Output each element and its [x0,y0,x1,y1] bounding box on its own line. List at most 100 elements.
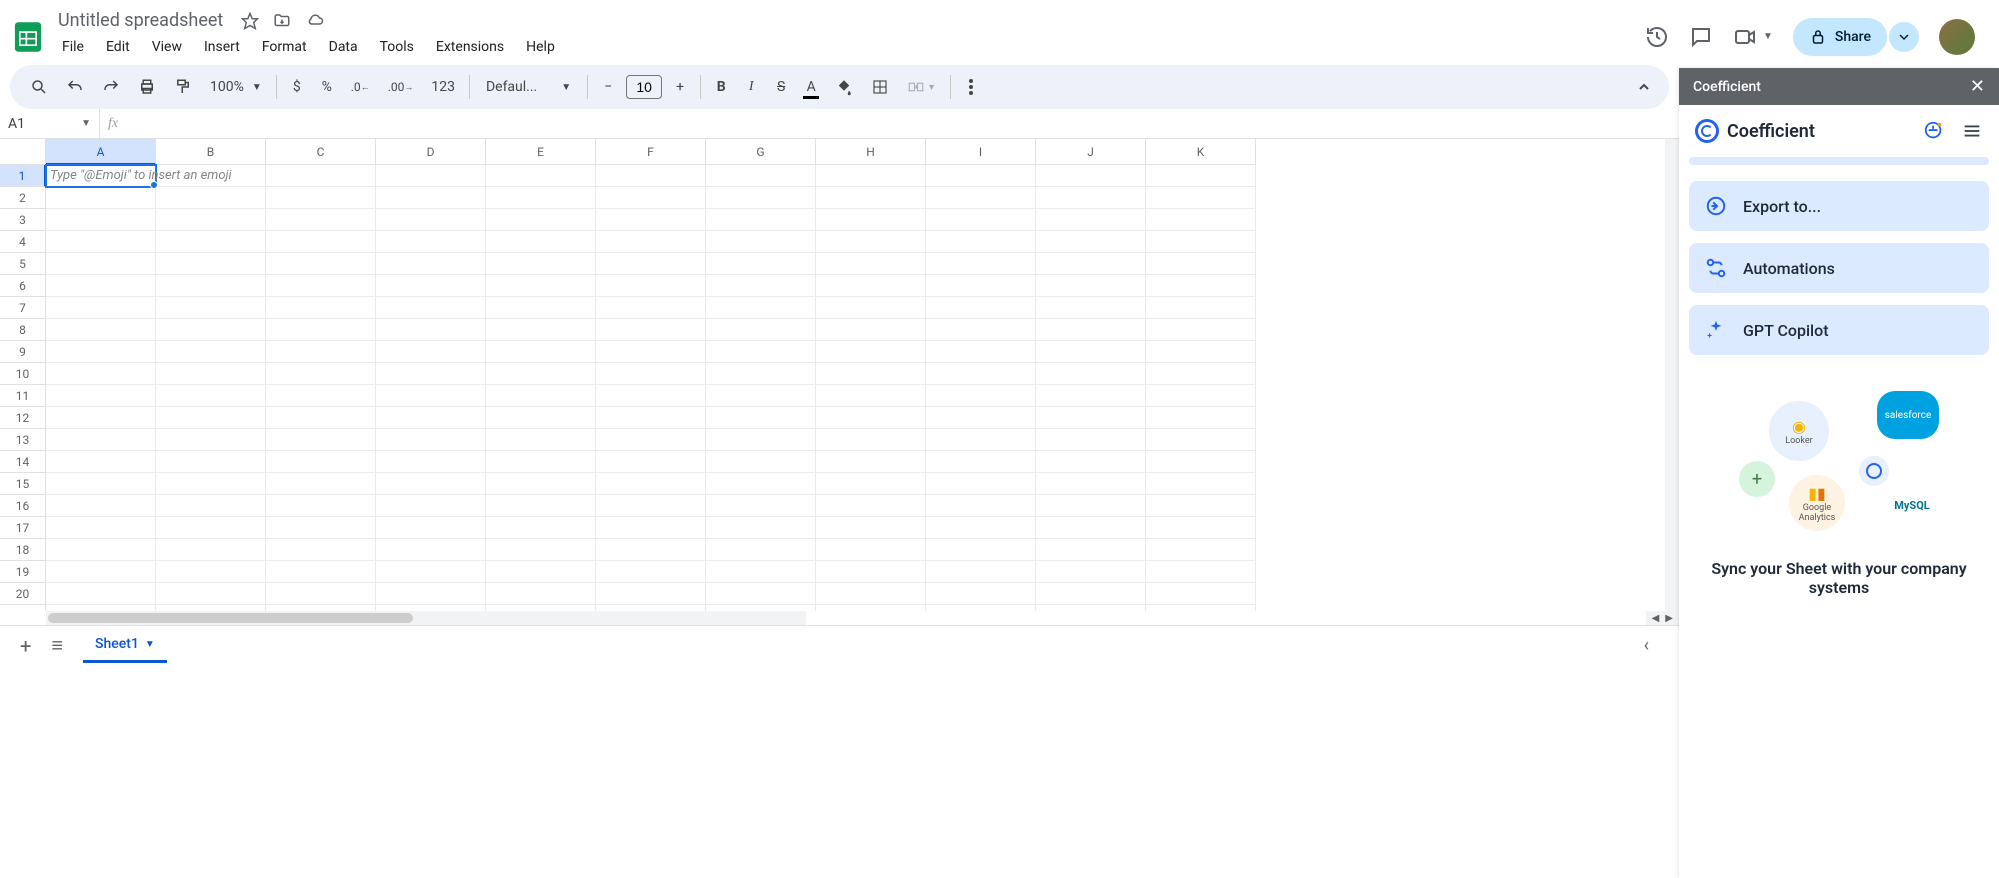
column-header[interactable]: A [46,139,156,165]
share-dropdown[interactable] [1889,22,1919,52]
cell[interactable] [266,209,376,231]
copilot-card[interactable]: GPT Copilot [1689,305,1989,355]
document-title[interactable]: Untitled spreadsheet [52,8,229,33]
redo-icon[interactable] [94,72,128,102]
cell[interactable] [706,363,816,385]
cell[interactable] [1146,363,1256,385]
export-card[interactable]: Export to... [1689,181,1989,231]
merge-button[interactable]: ▼ [899,72,944,102]
cell[interactable] [816,495,926,517]
cell[interactable] [376,231,486,253]
cell[interactable] [486,319,596,341]
column-header[interactable]: G [706,139,816,165]
cell[interactable] [1146,253,1256,275]
font-size-input[interactable] [626,75,662,99]
cell[interactable] [156,253,266,275]
cell[interactable] [266,561,376,583]
cell[interactable] [156,451,266,473]
cell[interactable] [706,429,816,451]
cell[interactable] [1146,165,1256,187]
cell[interactable] [46,231,156,253]
cell[interactable] [46,539,156,561]
cell[interactable] [926,297,1036,319]
cell[interactable] [266,341,376,363]
cell[interactable] [926,165,1036,187]
row-header[interactable]: 7 [0,297,46,319]
cell[interactable] [266,297,376,319]
cell[interactable] [46,297,156,319]
cell[interactable] [706,451,816,473]
percent-button[interactable]: % [313,73,341,101]
cell[interactable] [486,165,596,187]
cell[interactable] [46,407,156,429]
cell[interactable] [376,341,486,363]
cell[interactable] [46,451,156,473]
cell[interactable] [926,385,1036,407]
cell[interactable] [156,363,266,385]
name-box[interactable]: A1 ▼ [0,109,100,138]
row-header[interactable]: 17 [0,517,46,539]
cell[interactable] [46,341,156,363]
undo-icon[interactable] [58,72,92,102]
cell[interactable] [266,253,376,275]
cell[interactable] [596,363,706,385]
cell[interactable] [1146,341,1256,363]
cell[interactable] [706,385,816,407]
vertical-scrollbar[interactable] [1665,139,1679,611]
cell[interactable] [816,451,926,473]
cell[interactable] [926,517,1036,539]
cell[interactable] [156,517,266,539]
cell[interactable] [1036,429,1146,451]
cell[interactable] [926,275,1036,297]
cell[interactable] [706,275,816,297]
cell[interactable] [816,363,926,385]
cell[interactable] [1036,561,1146,583]
column-header[interactable]: F [596,139,706,165]
cell[interactable] [926,429,1036,451]
cell[interactable] [46,253,156,275]
column-header[interactable]: I [926,139,1036,165]
cell[interactable] [376,253,486,275]
cell[interactable] [376,539,486,561]
cell[interactable] [926,231,1036,253]
row-header[interactable]: 13 [0,429,46,451]
cell[interactable] [156,407,266,429]
cell[interactable] [816,165,926,187]
row-header[interactable]: 21 [0,605,46,611]
cell[interactable] [486,429,596,451]
row-header[interactable]: 12 [0,407,46,429]
cell[interactable] [706,517,816,539]
cell[interactable] [596,539,706,561]
cell[interactable] [926,495,1036,517]
cell[interactable] [46,319,156,341]
cell[interactable] [266,165,376,187]
cell[interactable] [1146,275,1256,297]
menu-format[interactable]: Format [252,35,317,59]
column-header[interactable]: J [1036,139,1146,165]
meet-icon[interactable]: ▼ [1733,25,1773,49]
cell[interactable] [816,319,926,341]
cell[interactable] [376,187,486,209]
cell[interactable] [596,341,706,363]
cell[interactable] [156,319,266,341]
collapse-toolbar-icon[interactable] [1631,74,1657,100]
row-header[interactable]: 4 [0,231,46,253]
cell[interactable] [816,429,926,451]
search-icon[interactable] [22,72,56,102]
avatar[interactable] [1939,19,1975,55]
cell[interactable] [816,187,926,209]
cell[interactable] [376,583,486,605]
cell[interactable] [156,341,266,363]
column-header[interactable]: D [376,139,486,165]
cell[interactable] [156,429,266,451]
cell[interactable] [486,363,596,385]
cell[interactable] [926,473,1036,495]
row-header[interactable]: 18 [0,539,46,561]
cell[interactable] [266,407,376,429]
sheet-tab-active[interactable]: Sheet1 ▼ [83,628,167,663]
menu-view[interactable]: View [142,35,192,59]
share-button[interactable]: Share [1793,18,1887,56]
cell[interactable] [926,209,1036,231]
move-folder-icon[interactable] [273,12,291,30]
cell[interactable] [46,385,156,407]
